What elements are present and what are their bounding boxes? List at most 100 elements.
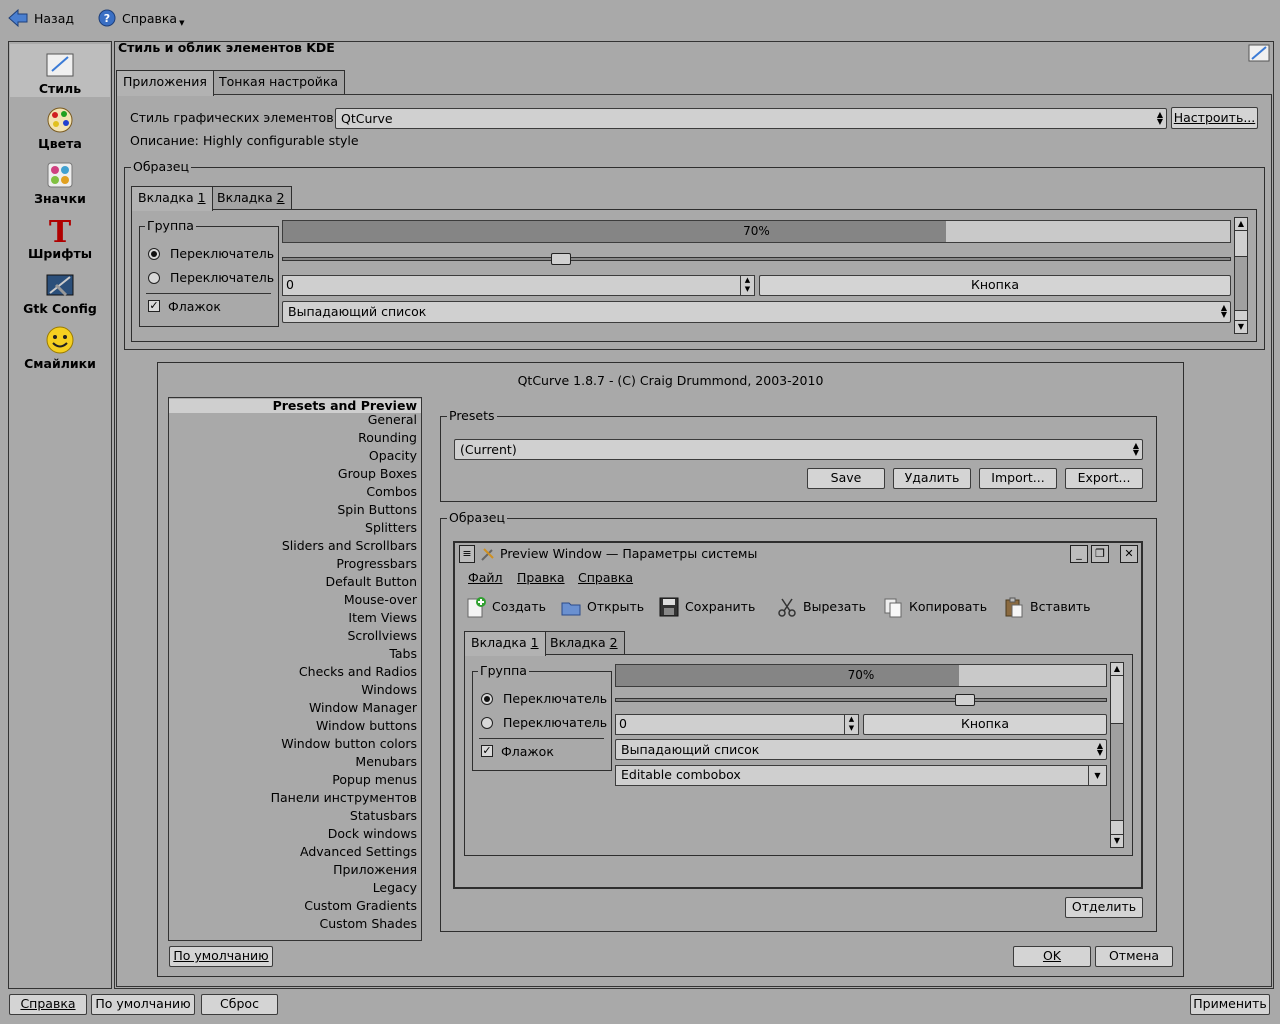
preview-scrollbar[interactable]: ▲ ▼: [1110, 662, 1124, 848]
category-item[interactable]: Splitters: [169, 519, 421, 537]
sample-scrollbar[interactable]: ▲ ▼: [1234, 217, 1248, 334]
sample-spinbox[interactable]: 0 ▲ ▼: [282, 275, 755, 296]
style-combo[interactable]: QtCurve ▲ ▼: [335, 108, 1167, 129]
category-item[interactable]: Tabs: [169, 645, 421, 663]
category-item[interactable]: Dock windows: [169, 825, 421, 843]
window-menu-button[interactable]: ≡: [459, 545, 475, 563]
cancel-button[interactable]: Отмена: [1095, 946, 1173, 967]
sample-checkbox[interactable]: ✓: [148, 300, 160, 312]
tool-new[interactable]: Создать: [465, 596, 546, 618]
preview-button[interactable]: Кнопка: [863, 714, 1107, 735]
category-item[interactable]: Панели инструментов: [169, 789, 421, 807]
sample-slider[interactable]: [282, 252, 1231, 266]
reset-button[interactable]: Сброс: [201, 994, 278, 1015]
category-item[interactable]: Sliders and Scrollbars: [169, 537, 421, 555]
scroll-down-icon[interactable]: ▼: [1111, 834, 1123, 847]
scroll-down-icon[interactable]: ▼: [1235, 320, 1247, 333]
scroll-up-icon[interactable]: ▲: [1111, 663, 1123, 676]
minimize-button[interactable]: _: [1070, 545, 1088, 563]
maximize-button[interactable]: ❐: [1091, 545, 1109, 563]
category-item[interactable]: Rounding: [169, 429, 421, 447]
category-item[interactable]: General: [169, 411, 421, 429]
menu-help[interactable]: Справка: [578, 570, 633, 585]
scroll-handle[interactable]: [1235, 231, 1247, 257]
back-button[interactable]: Назад: [8, 7, 74, 29]
preview-tab-1[interactable]: Вкладка 1: [464, 631, 546, 656]
sample-radio-1[interactable]: [148, 248, 160, 260]
help-menu-button[interactable]: ? Справка ▼: [98, 7, 184, 29]
sample-radio-2[interactable]: [148, 272, 160, 284]
sidebar-item-style[interactable]: Стиль: [10, 44, 110, 97]
tool-open[interactable]: Открыть: [560, 596, 644, 618]
sidebar-item-colors[interactable]: Цвета: [10, 99, 110, 152]
sample-combo[interactable]: Выпадающий список ▲ ▼: [282, 301, 1231, 323]
sidebar-item-gtk[interactable]: Gtk Config: [10, 264, 110, 317]
preview-radio-1[interactable]: [481, 693, 493, 705]
category-item[interactable]: Spin Buttons: [169, 501, 421, 519]
sidebar-item-smileys[interactable]: Смайлики: [10, 319, 110, 372]
slider-handle[interactable]: [551, 253, 571, 265]
category-item[interactable]: Legacy: [169, 879, 421, 897]
category-item[interactable]: Opacity: [169, 447, 421, 465]
category-list[interactable]: Presets and Preview General Rounding Opacit…: [168, 397, 422, 941]
preview-checkbox[interactable]: ✓: [481, 745, 493, 757]
scroll-handle[interactable]: [1111, 676, 1123, 724]
slider-handle[interactable]: [955, 694, 975, 706]
preview-slider[interactable]: [615, 693, 1107, 707]
category-item[interactable]: Scrollviews: [169, 627, 421, 645]
scroll-up-icon[interactable]: ▲: [1235, 218, 1247, 231]
detach-button[interactable]: Отделить: [1065, 897, 1143, 918]
presets-combo[interactable]: (Current) ▲ ▼: [454, 439, 1143, 460]
category-item[interactable]: Progressbars: [169, 555, 421, 573]
category-item[interactable]: Advanced Settings: [169, 843, 421, 861]
tab-applications[interactable]: Приложения: [116, 70, 214, 96]
category-item[interactable]: Statusbars: [169, 807, 421, 825]
close-button[interactable]: ✕: [1120, 545, 1138, 563]
tool-paste[interactable]: Вставить: [1003, 596, 1091, 618]
sample-tab-2[interactable]: Вкладка 2: [210, 186, 292, 209]
sidebar-item-icons[interactable]: Значки: [10, 154, 110, 207]
category-item[interactable]: Popup menus: [169, 771, 421, 789]
tab-fine-tuning[interactable]: Тонкая настройка: [212, 70, 346, 94]
defaults-button[interactable]: По умолчанию: [91, 994, 195, 1015]
ok-button[interactable]: OK: [1013, 946, 1091, 967]
category-item[interactable]: Window button colors: [169, 735, 421, 753]
category-item[interactable]: Приложения: [169, 861, 421, 879]
export-button[interactable]: Export...: [1065, 468, 1143, 489]
tool-save[interactable]: Сохранить: [658, 596, 755, 618]
category-item[interactable]: Checks and Radios: [169, 663, 421, 681]
preview-combo[interactable]: Выпадающий список ▲ ▼: [615, 739, 1107, 760]
category-item[interactable]: Windows: [169, 681, 421, 699]
sample-button[interactable]: Кнопка: [759, 275, 1231, 296]
category-item[interactable]: Menubars: [169, 753, 421, 771]
configure-button[interactable]: Настроить...: [1171, 107, 1258, 129]
category-item[interactable]: Window Manager: [169, 699, 421, 717]
category-item[interactable]: Combos: [169, 483, 421, 501]
spin-arrows-icon[interactable]: ▲ ▼: [844, 715, 858, 734]
category-item[interactable]: Window buttons: [169, 717, 421, 735]
chevron-down-icon[interactable]: ▼: [1088, 766, 1106, 785]
category-item[interactable]: Custom Shades: [169, 915, 421, 933]
sidebar-item-fonts[interactable]: T Шрифты: [10, 209, 110, 262]
import-button[interactable]: Import...: [979, 468, 1057, 489]
delete-button[interactable]: Удалить: [893, 468, 971, 489]
category-item[interactable]: Item Views: [169, 609, 421, 627]
menu-file[interactable]: Файл: [468, 570, 503, 585]
category-item[interactable]: Default Button: [169, 573, 421, 591]
help-button[interactable]: Справка: [9, 994, 87, 1015]
category-item[interactable]: Mouse-over: [169, 591, 421, 609]
apply-button[interactable]: Применить: [1190, 994, 1270, 1015]
preview-radio-2[interactable]: [481, 717, 493, 729]
save-button[interactable]: Save: [807, 468, 885, 489]
preview-editable-combo[interactable]: Editable combobox ▼: [615, 765, 1107, 786]
dialog-defaults-button[interactable]: По умолчанию: [169, 946, 273, 967]
preview-tab-2[interactable]: Вкладка 2: [543, 631, 625, 654]
sample-tab-1[interactable]: Вкладка 1: [131, 186, 213, 211]
menu-edit[interactable]: Правка: [517, 570, 565, 585]
spin-arrows-icon[interactable]: ▲ ▼: [740, 276, 754, 295]
tool-copy[interactable]: Копировать: [882, 596, 987, 618]
category-item[interactable]: Group Boxes: [169, 465, 421, 483]
category-item[interactable]: Custom Gradients: [169, 897, 421, 915]
preview-spinbox[interactable]: 0 ▲ ▼: [615, 714, 859, 735]
tool-cut[interactable]: Вырезать: [776, 596, 866, 618]
